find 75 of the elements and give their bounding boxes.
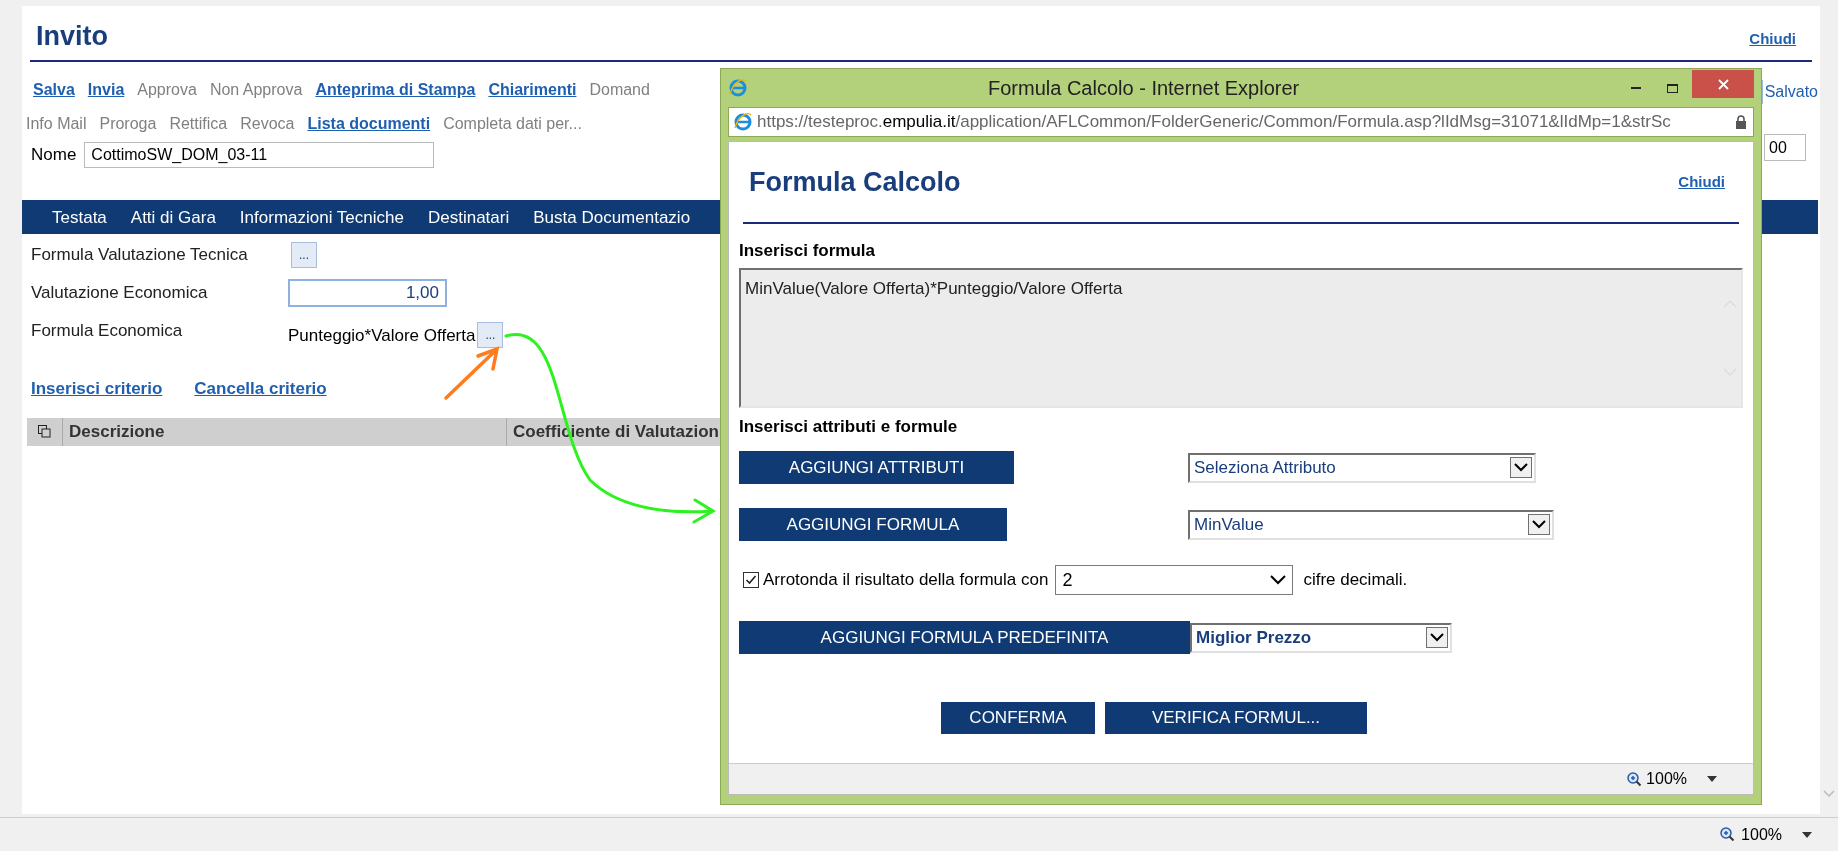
close-icon <box>1717 78 1729 90</box>
chevron-down-icon <box>1532 520 1546 529</box>
formula-text: Punteggio*Valore Offerta <box>288 325 476 348</box>
zoom-icon <box>1627 771 1643 787</box>
toolbar-link[interactable]: Domand <box>589 78 650 102</box>
toolbar-link[interactable]: Lista documenti <box>307 112 431 136</box>
checkbox-label: Arrotonda il risultato della formula con <box>763 569 1049 592</box>
toolbar-link[interactable]: Salva <box>33 78 75 102</box>
caret-icon[interactable] <box>1802 831 1812 838</box>
browser-icon <box>728 78 748 98</box>
tab[interactable]: Busta Documentazio <box>533 204 691 230</box>
zoom-level[interactable]: 100% <box>1741 822 1782 847</box>
decimals-suffix: cifre decimali. <box>1303 569 1408 592</box>
checkbox[interactable] <box>743 572 759 588</box>
ellipsis-button[interactable]: ... <box>477 322 504 348</box>
select-field[interactable]: Seleziona Attributo <box>1188 452 1536 483</box>
address-bar[interactable]: https://testeproc.empulia.it/application/AFLCommon/FolderGeneric/Common/Formula.asp?lIdMsg=31071&lIdMp=1&strSc <box>728 107 1754 137</box>
zoom-level[interactable]: 100% <box>1646 767 1687 791</box>
chevron-down-icon <box>1514 463 1528 472</box>
formula-textarea[interactable]: MinValue(Valore Offerta)*Punteggio/Valore Offerta <box>739 267 1743 408</box>
url-text: /application/AFLCommon/FolderGeneric/Common/Formula.asp?lIdMsg=31071&lIdMp=1&strSc <box>955 112 1671 132</box>
number-field[interactable]: 1,00 <box>288 279 447 307</box>
decimals-select[interactable]: 2 <box>1055 565 1294 595</box>
toolbar-link[interactable]: Rettifica <box>169 112 228 136</box>
toolbar-link[interactable]: Anteprima di Stampa <box>315 78 476 102</box>
column-header[interactable]: Descrizione <box>63 417 507 446</box>
page-title: Invito <box>36 20 108 53</box>
caret-icon[interactable] <box>1707 776 1717 782</box>
add-button[interactable]: AGGIUNGI FORMULA <box>739 508 1007 541</box>
ellipsis-button[interactable]: ... <box>291 242 317 268</box>
toolbar-link[interactable]: Chiarimenti <box>488 78 577 102</box>
close-link[interactable]: Chiudi <box>1678 170 1725 194</box>
lock-icon <box>1735 115 1747 129</box>
select-field[interactable]: MinValue <box>1188 509 1554 540</box>
url-text: https://testeproc. <box>757 112 883 132</box>
popup-heading: Formula Calcolo <box>749 165 961 199</box>
url-text: empulia.it <box>882 112 956 132</box>
close-button[interactable] <box>1692 70 1754 98</box>
text-field[interactable]: 00 <box>1764 134 1806 161</box>
add-button[interactable]: AGGIUNGI FORMULA PREDEFINITA <box>739 621 1190 654</box>
field-label: Nome <box>31 144 77 167</box>
chevron-down-icon <box>1430 633 1444 642</box>
select-field[interactable]: Miglior Prezzo <box>1190 622 1452 653</box>
section-label: Inserisci formula <box>739 240 877 262</box>
toolbar-link[interactable]: Proroga <box>99 112 157 136</box>
zoom-icon <box>1720 827 1736 842</box>
toolbar-link[interactable]: Info Mail <box>26 112 87 136</box>
check-icon <box>745 574 757 586</box>
maximize-icon[interactable] <box>1667 83 1678 93</box>
tab[interactable]: Destinatari <box>427 204 510 230</box>
name-field[interactable]: CottimoSW_DOM_03-11 <box>84 142 435 168</box>
tab[interactable]: Atti di Gara <box>130 204 216 230</box>
tab[interactable]: Informazioni Tecniche <box>239 204 404 230</box>
annotation-arrow <box>444 346 500 400</box>
field-label: Formula Valutazione Tecnica <box>31 244 249 267</box>
action-button[interactable]: VERIFICA FORMUL... <box>1105 702 1367 734</box>
section-label: Inserisci attributi e formule <box>739 415 959 438</box>
toolbar-link[interactable]: Approva <box>137 78 197 102</box>
add-button[interactable]: AGGIUNGI ATTRIBUTI <box>739 451 1014 484</box>
chevron-down-icon <box>1270 575 1287 585</box>
action-link[interactable]: Cancella criterio <box>194 376 327 402</box>
toolbar-link[interactable]: Non Approva <box>209 78 303 102</box>
browser-icon <box>733 112 753 132</box>
toolbar-link[interactable]: Completa dati per... <box>443 112 582 136</box>
action-button[interactable]: CONFERMA <box>941 702 1095 734</box>
toolbar-link[interactable]: Revoca <box>240 112 295 136</box>
chevron-down-icon <box>1823 790 1835 798</box>
window-title: Formula Calcolo - Internet Explorer <box>988 76 1300 101</box>
field-label: Formula Economica <box>31 320 184 343</box>
close-link[interactable]: Chiudi <box>1749 28 1796 51</box>
tab[interactable]: Testata <box>52 204 107 230</box>
copy-icon[interactable] <box>38 425 51 438</box>
toolbar-link[interactable]: Invia <box>87 78 125 102</box>
action-link[interactable]: Inserisci criterio <box>31 376 163 402</box>
field-label: Valutazione Economica <box>31 282 209 305</box>
